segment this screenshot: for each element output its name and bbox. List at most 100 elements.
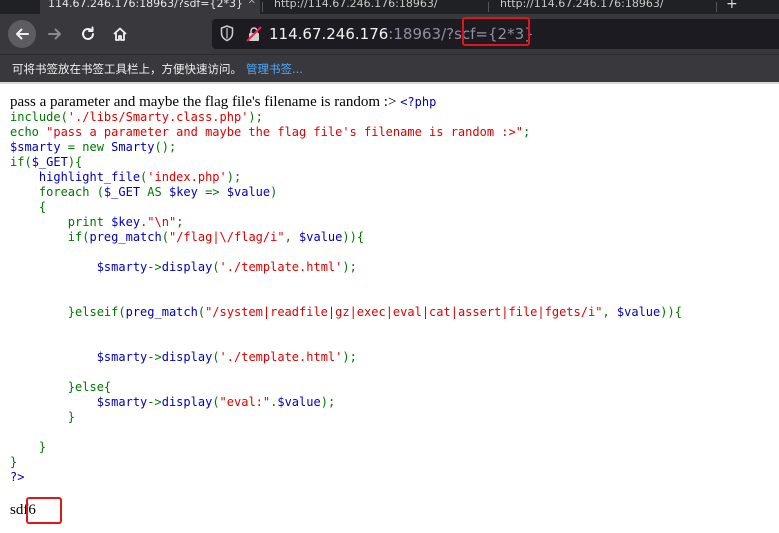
tab-label: http://114.67.246.176:18963/ <box>500 0 664 10</box>
url-highlight-box <box>462 17 530 46</box>
code-line: include('./libs/Smarty.class.php'); <box>10 110 682 125</box>
code-token: $value <box>616 305 661 319</box>
code-line: if($_GET){ <box>10 155 682 170</box>
code-token: "eval:" <box>219 395 271 409</box>
code-token: preg_match <box>89 230 162 244</box>
code-line: $smarty->display('./template.html'); <box>10 350 682 365</box>
code-token: ) <box>270 185 278 199</box>
code-token: -> <box>147 395 162 409</box>
code-token: highlight_file <box>10 170 141 184</box>
tab-separator <box>262 2 263 12</box>
code-token: $smarty <box>10 395 148 409</box>
code-line: } <box>10 455 682 470</box>
code-token: $smarty <box>10 260 148 274</box>
close-icon[interactable]: ✕ <box>248 0 256 7</box>
code-token: }elseif( <box>10 305 126 319</box>
code-line: ?> <box>10 470 682 485</box>
tab-active[interactable]: 114.67.246.176:18963/?sdf={2*3} ✕ <box>40 0 260 14</box>
highlighted-source-code: include('./libs/Smarty.class.php'); echo … <box>10 110 682 485</box>
insecure-lock-icon[interactable] <box>246 26 262 42</box>
code-token: $key <box>168 185 206 199</box>
tab-label: 114.67.246.176:18963/?sdf={2*3} <box>48 0 244 10</box>
code-token: echo <box>10 125 47 139</box>
code-line: $smarty->display("eval:".$value); <box>10 395 682 410</box>
php-open-tag: <?php <box>400 95 437 109</box>
code-token: $key <box>111 215 141 229</box>
code-line: print $key."\n"; <box>10 215 682 230</box>
code-token: ?> <box>10 470 25 484</box>
code-token: ); <box>226 170 242 184</box>
code-token: -> <box>147 350 162 364</box>
code-token: preg_match <box>125 305 198 319</box>
code-token: ( <box>212 350 220 364</box>
url-path-prefix: :18963/?sc <box>388 25 471 43</box>
code-token: , <box>602 305 617 319</box>
code-token: , <box>284 230 300 244</box>
code-token: ( <box>197 305 206 319</box>
tab-label: http://114.67.246.176:18963/ <box>274 0 438 10</box>
forward-button[interactable] <box>41 20 69 48</box>
code-token: './template.html' <box>219 260 343 274</box>
tab-2[interactable]: http://114.67.246.176:18963/ <box>266 0 480 14</box>
code-line: { <box>10 200 682 215</box>
bookmarks-hint: 可将书签放在书签工具栏上，方便快速访问。 <box>12 62 242 76</box>
home-button[interactable] <box>106 20 134 48</box>
code-token: ( <box>212 260 220 274</box>
code-token: $_GET <box>31 155 68 169</box>
code-token: => <box>205 185 227 199</box>
code-token: "pass a parameter and maybe the flag fil… <box>46 125 523 139</box>
code-token: include( <box>10 110 68 124</box>
arrow-left-icon <box>16 28 29 40</box>
tab-strip: 114.67.246.176:18963/?sdf={2*3} ✕ http:/… <box>0 0 779 14</box>
code-line: $smarty = new Smarty(); <box>10 140 682 155</box>
code-token: -> <box>147 260 162 274</box>
code-token: display <box>161 260 213 274</box>
tab-separator <box>488 2 489 12</box>
bookmarks-bar: 可将书签放在书签工具栏上，方便快速访问。 管理书签... <box>0 54 779 83</box>
code-token: if( <box>10 155 32 169</box>
reload-button[interactable] <box>74 20 102 48</box>
code-token: ; <box>522 125 531 139</box>
tab-3[interactable]: http://114.67.246.176:18963/ <box>492 0 714 14</box>
code-line: }elseif(preg_match("/system|readfile|gz|… <box>10 305 682 320</box>
code-token: ( <box>161 230 169 244</box>
code-line: } <box>10 440 682 455</box>
code-token: = new <box>67 140 112 154</box>
code-line: foreach ($_GET AS $key => $value) <box>10 185 682 200</box>
code-line: }else{ <box>10 380 682 395</box>
code-token: "/system|readfile|gz|exec|eval|cat|asser… <box>205 305 603 319</box>
code-token: ); <box>320 395 336 409</box>
new-tab-button[interactable]: + <box>726 0 738 12</box>
code-line: if(preg_match("/flag|\/flag/i", $value))… <box>10 230 682 245</box>
intro-line: pass a parameter and maybe the flag file… <box>10 94 436 110</box>
code-token: $value <box>299 230 343 244</box>
code-token: ); <box>248 110 263 124</box>
shield-icon[interactable] <box>220 25 234 42</box>
intro-text: pass a parameter and maybe the flag file… <box>10 94 401 110</box>
code-token: print <box>10 215 112 229</box>
navigation-bar: 114.67.246.176:18963/?scf={2*3} <box>0 14 779 54</box>
code-token: ; <box>176 215 184 229</box>
result-highlight-box <box>26 497 62 524</box>
code-token: foreach ( <box>10 185 104 199</box>
arrow-right-icon <box>48 28 61 40</box>
code-line: highlight_file('index.php'); <box>10 170 682 185</box>
manage-bookmarks-link[interactable]: 管理书签... <box>246 62 303 76</box>
toolbar-divider <box>0 82 779 84</box>
code-token: if( <box>10 230 90 244</box>
code-token: $value <box>277 395 321 409</box>
code-token: './template.html' <box>219 350 343 364</box>
code-token: './libs/Smarty.class.php' <box>67 110 249 124</box>
code-token: $smarty <box>10 140 68 154</box>
code-token: )){ <box>342 230 365 244</box>
code-token: } <box>10 440 47 454</box>
code-token: (); <box>154 140 177 154</box>
code-token: 'index.php' <box>147 170 227 184</box>
code-token: } <box>10 455 18 469</box>
back-button[interactable] <box>8 20 36 48</box>
